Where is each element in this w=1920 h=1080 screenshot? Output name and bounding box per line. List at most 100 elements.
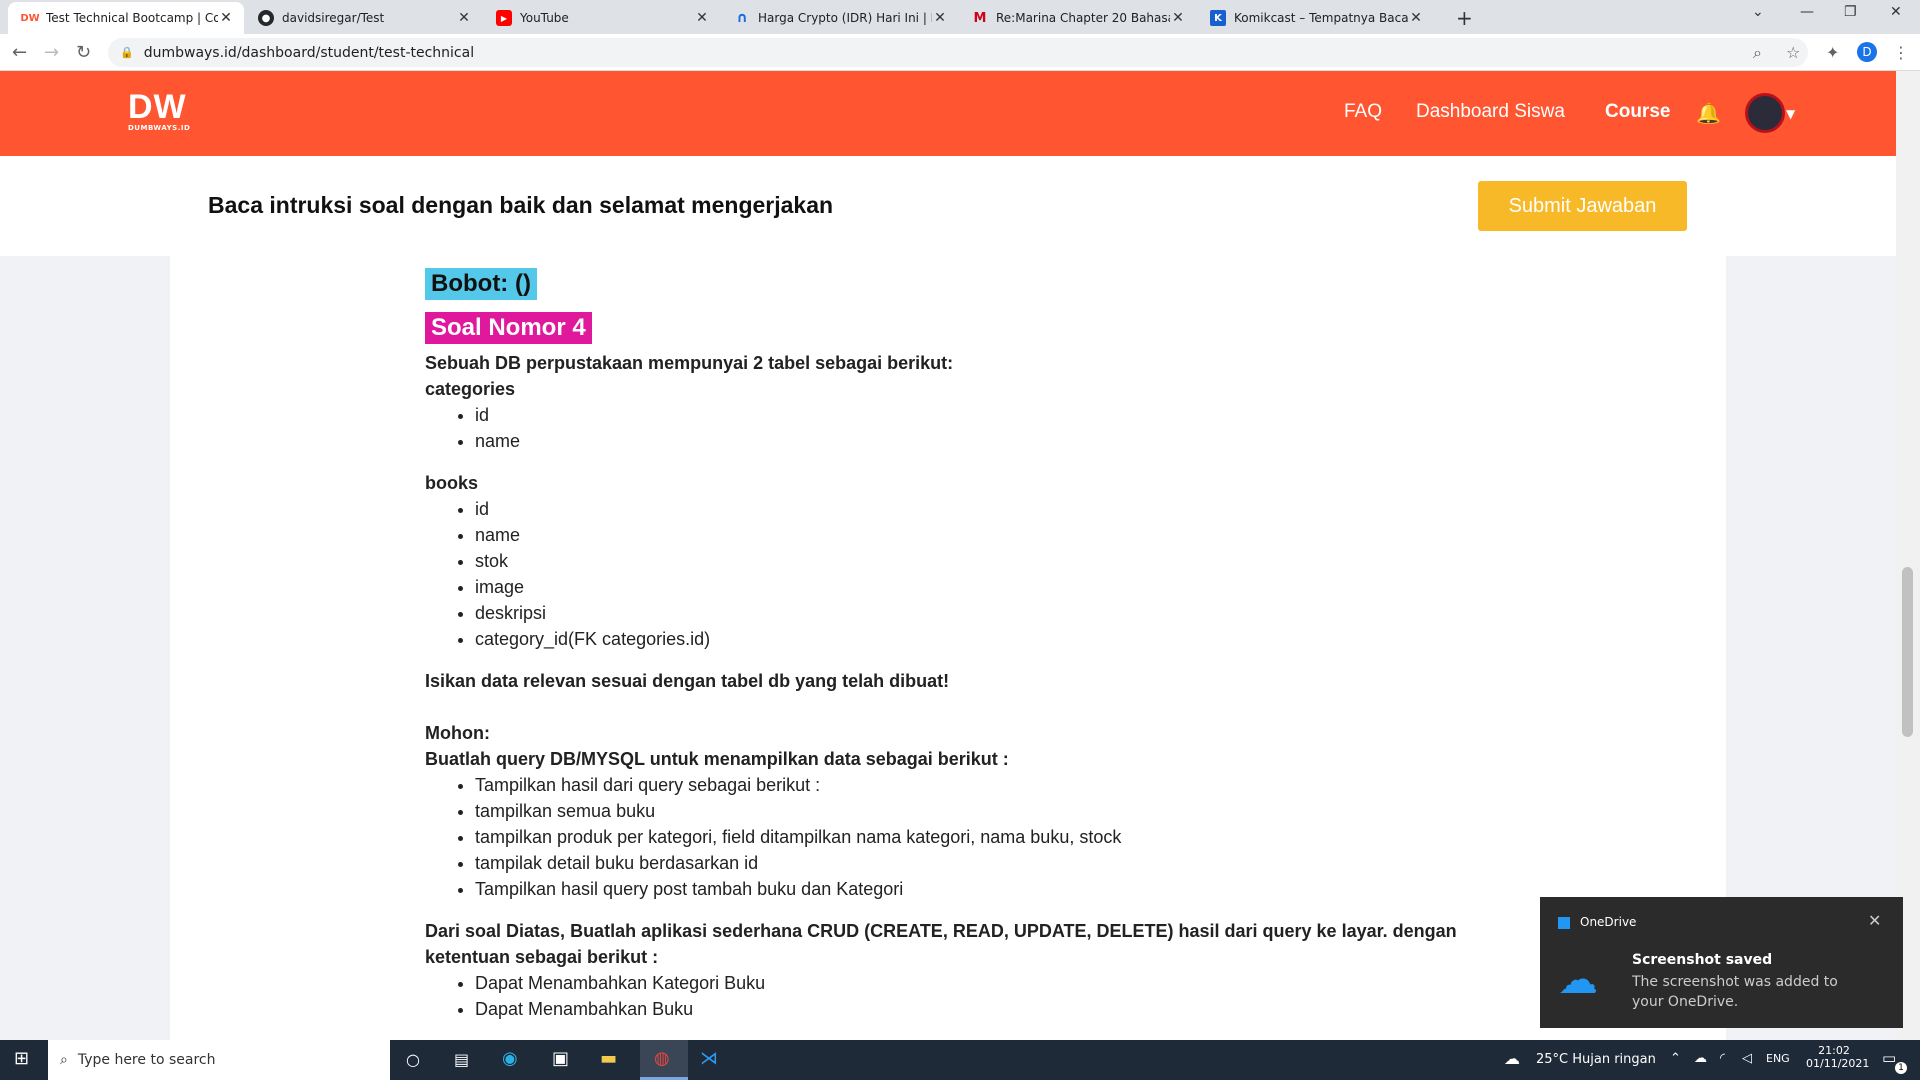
table-name-categories: categories (425, 379, 516, 399)
taskbar-search[interactable]: ⌕ Type here to search (48, 1040, 390, 1080)
dumbways-logo[interactable]: DW DUMBWAYS.ID (128, 90, 190, 132)
close-icon[interactable]: ✕ (1170, 10, 1186, 26)
tab-title: Test Technical Bootcamp | Coding (46, 11, 218, 25)
pintu-icon: ∩ (736, 10, 748, 26)
close-icon[interactable]: ✕ (932, 10, 948, 26)
bell-icon[interactable]: 🔔 (1696, 101, 1721, 125)
list-item: Dapat Menambahkan Kategori Buku (475, 970, 1525, 996)
fill-data-instruction: Isikan data relevan sesuai dengan tabel … (425, 671, 950, 691)
chrome-taskbar-button[interactable]: ◍ (640, 1040, 688, 1080)
question-body: Bobot: () Soal Nomor 4 Sebuah DB perpust… (425, 268, 1525, 1022)
extensions-icon[interactable]: ✦ (1826, 43, 1839, 62)
scrollbar[interactable] (1896, 71, 1920, 1040)
toast-message: The screenshot was added to your OneDriv… (1632, 974, 1838, 1010)
cloud-icon: ☁ (1558, 957, 1598, 1003)
toast-app-name: OneDrive (1580, 915, 1637, 929)
tab-title: Komikcast – Tempatnya Baca Kom (1234, 11, 1408, 25)
books-fields: id name stok image deskripsi category_id… (475, 496, 1525, 652)
list-item: tampilkan produk per kategori, field dit… (475, 824, 1525, 850)
question-intro: Sebuah DB perpustakaan mempunyai 2 tabel… (425, 353, 954, 373)
minimize-icon[interactable]: — (1800, 4, 1814, 20)
edge-icon[interactable]: ◉ (502, 1048, 518, 1069)
weather-text[interactable]: 25°C Hujan ringan (1536, 1052, 1656, 1067)
query-list: Tampilkan hasil dari query sebagai berik… (475, 772, 1525, 902)
new-tab-icon[interactable]: + (1456, 6, 1473, 30)
tab-manga[interactable]: M Re:Marina Chapter 20 Bahasa Ind ✕ (958, 2, 1196, 34)
nav-faq[interactable]: FAQ (1344, 101, 1382, 123)
close-window-icon[interactable]: ✕ (1890, 4, 1902, 20)
taskbar: ⊞ ⌕ Type here to search ○ ▤ ◉ ▣ ▬ ◍ ⋊ ☁ … (0, 1040, 1920, 1080)
notification-count-badge: 1 (1895, 1062, 1907, 1074)
url-text: dumbways.id/dashboard/student/test-techn… (143, 44, 475, 61)
browser-toolbar: ← → ↻ 🔒 dumbways.id/dashboard/student/te… (0, 34, 1920, 71)
avatar[interactable] (1745, 93, 1785, 133)
volume-icon[interactable]: ◁ (1742, 1051, 1752, 1066)
tab-dumbways[interactable]: DW Test Technical Bootcamp | Coding ✕ (8, 2, 244, 34)
categories-fields: id name (475, 402, 1525, 454)
list-item: name (475, 428, 1525, 454)
question-panel: Bobot: () Soal Nomor 4 Sebuah DB perpust… (170, 256, 1726, 1040)
cortana-icon[interactable]: ○ (406, 1050, 420, 1069)
tab-komikcast[interactable]: K Komikcast – Tempatnya Baca Kom ✕ (1196, 2, 1434, 34)
restore-icon[interactable]: ❐ (1844, 4, 1857, 20)
close-icon[interactable]: ✕ (694, 10, 710, 26)
nav-course[interactable]: Course (1605, 101, 1670, 123)
m-icon: M (973, 10, 987, 26)
tab-crypto[interactable]: ∩ Harga Crypto (IDR) Hari Ini | Pint ✕ (720, 2, 958, 34)
task-view-icon[interactable]: ▤ (454, 1050, 469, 1069)
close-icon[interactable]: ✕ (456, 10, 472, 26)
table-name-books: books (425, 473, 479, 493)
weight-badge: Bobot: () (425, 268, 537, 300)
scrollbar-thumb[interactable] (1902, 567, 1913, 737)
tab-github[interactable]: ● davidsiregar/Test ✕ (244, 2, 482, 34)
notification-center-icon[interactable]: ▭ (1882, 1049, 1896, 1067)
question-number-badge: Soal Nomor 4 (425, 312, 592, 344)
zoom-icon[interactable]: ⌕ (1753, 43, 1762, 63)
onedrive-tray-icon[interactable]: ☁ (1694, 1051, 1707, 1066)
wifi-icon[interactable]: ◜ (1720, 1051, 1725, 1066)
list-item: stok (475, 548, 1525, 574)
tab-search-icon[interactable]: ⌄ (1752, 4, 1764, 20)
tab-title: davidsiregar/Test (282, 11, 385, 25)
list-item: id (475, 496, 1525, 522)
toast-heading: Screenshot saved (1632, 952, 1773, 968)
menu-icon[interactable]: ⋮ (1893, 43, 1909, 62)
forward-icon[interactable]: → (44, 42, 59, 63)
close-icon[interactable]: ✕ (1868, 911, 1881, 930)
instruction-bar: Baca intruksi soal dengan baik dan selam… (0, 156, 1896, 256)
store-icon[interactable]: ▣ (552, 1048, 569, 1069)
chevron-down-icon[interactable]: ▼ (1786, 107, 1795, 121)
bookmark-star-icon[interactable]: ☆ (1786, 43, 1800, 62)
submit-answer-button[interactable]: Submit Jawaban (1478, 181, 1687, 231)
time-text: 21:02 (1818, 1044, 1850, 1057)
date-text: 01/11/2021 (1806, 1057, 1870, 1070)
vscode-icon[interactable]: ⋊ (700, 1048, 718, 1069)
tab-youtube[interactable]: ▶ YouTube ✕ (482, 2, 720, 34)
github-icon: ● (258, 10, 274, 26)
nav-dashboard-siswa[interactable]: Dashboard Siswa (1416, 101, 1565, 123)
list-item: category_id(FK categories.id) (475, 626, 1525, 652)
close-icon[interactable]: ✕ (1408, 10, 1424, 26)
onedrive-app-icon (1558, 917, 1570, 929)
crud-title: Dari soal Diatas, Buatlah aplikasi seder… (425, 921, 1457, 967)
tab-title: Harga Crypto (IDR) Hari Ini | Pint (758, 11, 932, 25)
onedrive-notification[interactable]: OneDrive ✕ ☁ Screenshot saved The screen… (1540, 897, 1903, 1028)
logo-subtext: DUMBWAYS.ID (128, 124, 191, 132)
tab-title: Re:Marina Chapter 20 Bahasa Ind (996, 11, 1170, 25)
search-icon: ⌕ (60, 1052, 68, 1068)
clock[interactable]: 21:02 01/11/2021 (1806, 1044, 1870, 1070)
language-indicator[interactable]: ENG (1766, 1052, 1790, 1065)
search-placeholder: Type here to search (77, 1052, 216, 1068)
list-item: tampilkan semua buku (475, 798, 1525, 824)
file-explorer-icon[interactable]: ▬ (600, 1048, 617, 1069)
close-icon[interactable]: ✕ (218, 10, 234, 26)
weather-cloud-icon: ☁ (1504, 1049, 1520, 1068)
list-item: name (475, 522, 1525, 548)
address-bar[interactable]: 🔒 dumbways.id/dashboard/student/test-tec… (108, 38, 1808, 67)
back-icon[interactable]: ← (12, 42, 27, 63)
chevron-up-icon[interactable]: ⌃ (1670, 1051, 1681, 1066)
profile-avatar[interactable]: D (1857, 42, 1877, 62)
reload-icon[interactable]: ↻ (76, 42, 91, 63)
mohon-label: Mohon: (425, 723, 490, 743)
windows-start-icon[interactable]: ⊞ (14, 1048, 29, 1069)
